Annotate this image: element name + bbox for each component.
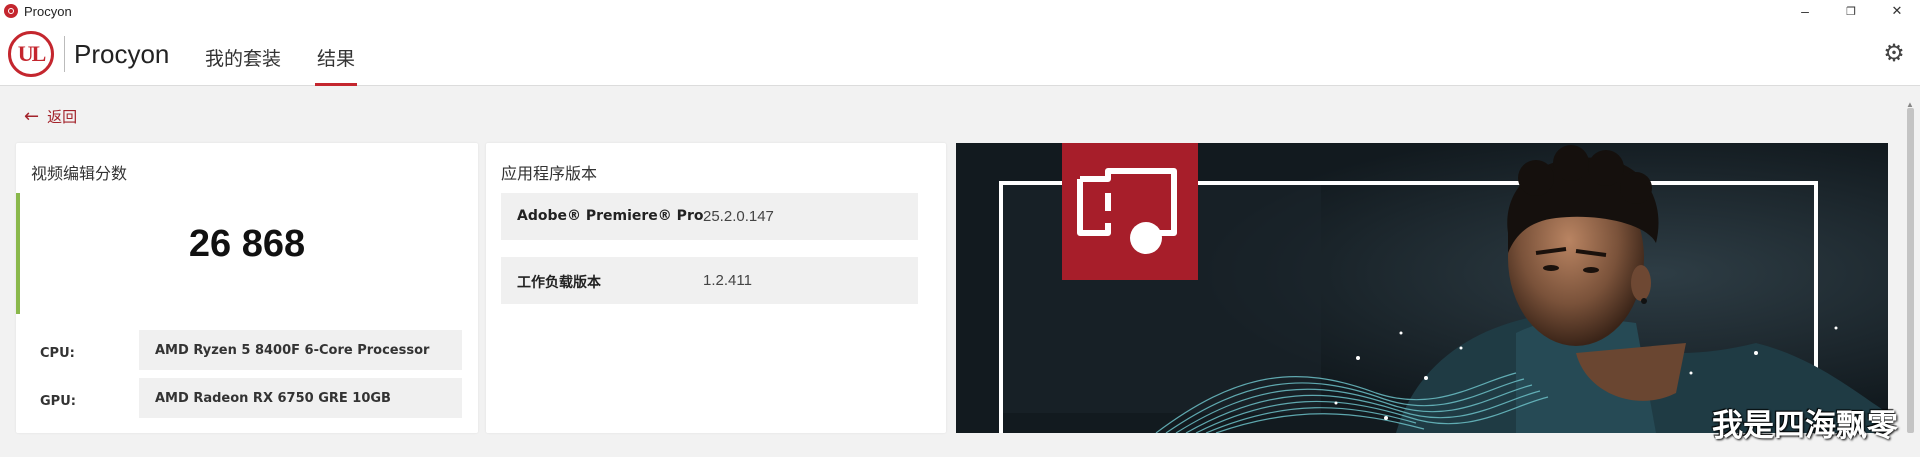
version-card-title: 应用程序版本 (501, 164, 598, 183)
vertical-scrollbar[interactable]: ▲ (1904, 100, 1916, 433)
watermark-text: 我是四海飘零 (1712, 408, 1898, 444)
window-titlebar: Procyon – ❐ ✕ (0, 0, 1920, 22)
score-value: 26 868 (188, 223, 306, 265)
app-small-icon (4, 4, 18, 18)
back-link[interactable]: ← 返回 (24, 106, 77, 127)
minimize-button[interactable]: – (1782, 0, 1828, 22)
window-title: Procyon (24, 3, 72, 19)
cpu-label: CPU: (40, 346, 75, 361)
app-name: Procyon (74, 39, 170, 69)
gear-icon[interactable]: ⚙ (1882, 42, 1906, 66)
tab-my-suites[interactable]: 我的套装 (205, 44, 281, 71)
banner-illustration (956, 143, 1888, 433)
maximize-button[interactable]: ❐ (1828, 0, 1874, 22)
app-version-card: 应用程序版本 Adobe® Premiere® Pro 25.2.0.147 工… (486, 143, 946, 433)
app-header: UL Procyon 我的套装 结果 ⚙ (0, 22, 1920, 86)
back-label: 返回 (47, 108, 78, 126)
logo-text: UL (17, 41, 47, 66)
window-controls: – ❐ ✕ (1782, 0, 1920, 22)
logo-divider (64, 36, 65, 72)
benchmark-banner (956, 143, 1888, 433)
gpu-value: AMD Radeon RX 6750 GRE 10GB (139, 378, 462, 418)
scroll-thumb[interactable] (1907, 108, 1914, 433)
close-button[interactable]: ✕ (1874, 0, 1920, 22)
arrow-left-icon: ← (24, 106, 40, 127)
version-row: 工作负载版本 1.2.411 (501, 257, 918, 304)
score-card-title: 视频编辑分数 (31, 164, 128, 183)
version-row: Adobe® Premiere® Pro 25.2.0.147 (501, 193, 918, 240)
ul-logo: UL (8, 31, 54, 77)
cpu-value: AMD Ryzen 5 8400F 6-Core Processor (139, 330, 462, 370)
version-row-name: Adobe® Premiere® Pro (517, 208, 704, 224)
score-card: 视频编辑分数 26 868 CPU: AMD Ryzen 5 8400F 6-C… (16, 143, 478, 433)
version-row-value: 25.2.0.147 (703, 208, 774, 225)
version-row-name: 工作负载版本 (517, 275, 601, 291)
tab-results[interactable]: 结果 (314, 44, 358, 86)
version-row-value: 1.2.411 (703, 272, 752, 289)
gpu-label: GPU: (40, 394, 76, 409)
